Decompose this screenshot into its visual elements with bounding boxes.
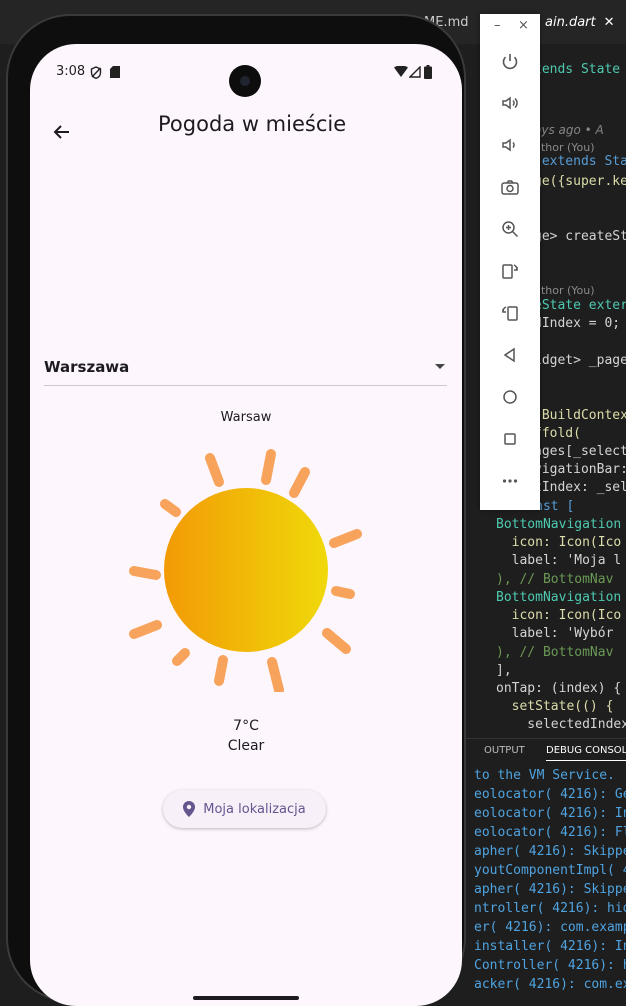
zoom-button[interactable] — [494, 213, 526, 245]
page-title: Pogoda w mieście — [158, 112, 347, 136]
zoom-icon — [502, 221, 519, 238]
code-line: extends Sta — [534, 154, 626, 169]
city-dropdown[interactable]: Warszawa — [44, 350, 447, 386]
code-line: icon: Icon(Ico — [496, 608, 622, 623]
screenshot-button[interactable] — [494, 171, 526, 203]
overview-button[interactable] — [494, 423, 526, 455]
code-line: dIndex = 0; — [534, 316, 621, 331]
emulator-toolbar: – × — [480, 14, 540, 510]
console-line: apher( 4216): Skipped — [474, 882, 626, 897]
console-line: er( 4216): com.exampl — [474, 920, 626, 935]
status-time: 3:08 — [56, 64, 86, 79]
code-line: tends State — [534, 62, 621, 77]
code-line: ge> createSt — [534, 229, 626, 244]
camera-icon — [501, 180, 519, 195]
wifi-icon — [394, 66, 408, 77]
volume-up-icon — [502, 96, 518, 110]
code-line: ays ago • A — [534, 123, 604, 137]
code-line: label: 'Moja l — [496, 553, 622, 568]
code-line: eState exter — [534, 298, 626, 313]
weather-city-name: Warsaw — [220, 410, 272, 425]
code-line: onTap: (index) { — [496, 681, 622, 696]
code-line: BottomNavigation — [496, 517, 622, 532]
app-bar: Pogoda w mieście — [30, 104, 462, 160]
weather-description: Clear — [227, 738, 265, 754]
code-line: ), // BottomNav — [496, 645, 614, 660]
code-line: idget> _page — [534, 353, 626, 368]
temperature: 7°C — [233, 718, 259, 734]
back-triangle-icon — [503, 347, 515, 363]
code-line: selectedIndex — [496, 717, 626, 732]
debug-console[interactable]: to the VM Service. eolocator( 4216): Geo e… — [462, 766, 626, 1003]
location-pin-icon — [183, 801, 196, 817]
code-line: ], — [496, 663, 512, 678]
signal-icon — [409, 66, 421, 78]
home-circle-icon — [503, 390, 517, 404]
my-location-button[interactable]: Moja lokalizacja — [163, 790, 326, 828]
more-icon — [502, 479, 518, 483]
more-button[interactable] — [494, 465, 526, 497]
back-button[interactable] — [40, 110, 84, 154]
rotate-right-icon — [502, 264, 518, 279]
code-line: ffold( — [534, 426, 581, 441]
sun-icon — [129, 449, 362, 692]
code-line: icon: Icon(Ico — [496, 535, 622, 550]
console-line: youtComponentImpl( 42 — [474, 863, 626, 878]
sd-card-icon — [110, 66, 120, 78]
code-line: ), // BottomNav — [496, 572, 614, 587]
console-line: to the VM Service. — [474, 768, 615, 783]
code-line: ge({super.ke — [534, 174, 626, 189]
code-line: label: 'Wybór — [496, 626, 614, 641]
arrow-left-icon — [53, 125, 69, 139]
shield-icon — [90, 66, 102, 79]
volume-down-icon — [502, 138, 515, 152]
code-line: (BuildContex — [534, 408, 626, 423]
power-icon — [502, 54, 518, 70]
console-line: acker( 4216): com.exampl — [474, 977, 626, 992]
console-line: eolocator( 4216): Geo — [474, 787, 626, 802]
console-line: eolocator( 4216): Ini — [474, 806, 626, 821]
console-line: Controller( 4216): hide — [474, 958, 626, 973]
code-line: vigationBar: — [534, 462, 626, 477]
minimize-button[interactable]: – — [494, 18, 501, 33]
code-line: tIndex: _sel — [534, 480, 626, 495]
code-line: setState(() { — [496, 699, 614, 714]
code-line: BottomNavigation — [496, 590, 622, 605]
rotate-left-icon — [502, 306, 518, 321]
chevron-down-icon — [435, 364, 445, 369]
home-button[interactable] — [494, 381, 526, 413]
panel-tab-bar: OUTPUT DEBUG CONSOLE — [462, 738, 626, 765]
gesture-nav-handle[interactable] — [193, 996, 299, 1000]
code-line: ages[_select — [534, 444, 626, 459]
console-line: installer( 4216): Inst — [474, 939, 626, 954]
status-bar: 3:08 — [30, 44, 462, 98]
rotate-left-button[interactable] — [494, 297, 526, 329]
city-dropdown-value: Warszawa — [44, 358, 130, 376]
power-button[interactable] — [494, 46, 526, 78]
console-line: apher( 4216): Skipped — [474, 844, 626, 859]
tab-output[interactable]: OUTPUT — [484, 745, 525, 756]
front-camera — [229, 65, 261, 97]
volume-down-button[interactable] — [494, 129, 526, 161]
my-location-label: Moja lokalizacja — [203, 801, 306, 817]
tab-debug-console[interactable]: DEBUG CONSOLE — [546, 745, 626, 761]
phone-frame: 3:08 Pogoda w mieście Warszawa Warsaw 7°… — [6, 14, 466, 1006]
overview-square-icon — [504, 433, 516, 445]
battery-icon — [424, 65, 432, 79]
back-button[interactable] — [494, 339, 526, 371]
volume-up-button[interactable] — [494, 87, 526, 119]
console-line: eolocator( 4216): Flu — [474, 825, 626, 840]
close-button[interactable]: × — [518, 18, 529, 33]
console-line: ntroller( 4216): hide — [474, 901, 626, 916]
phone-screen: 3:08 Pogoda w mieście Warszawa Warsaw 7°… — [30, 44, 462, 1006]
rotate-right-button[interactable] — [494, 255, 526, 287]
